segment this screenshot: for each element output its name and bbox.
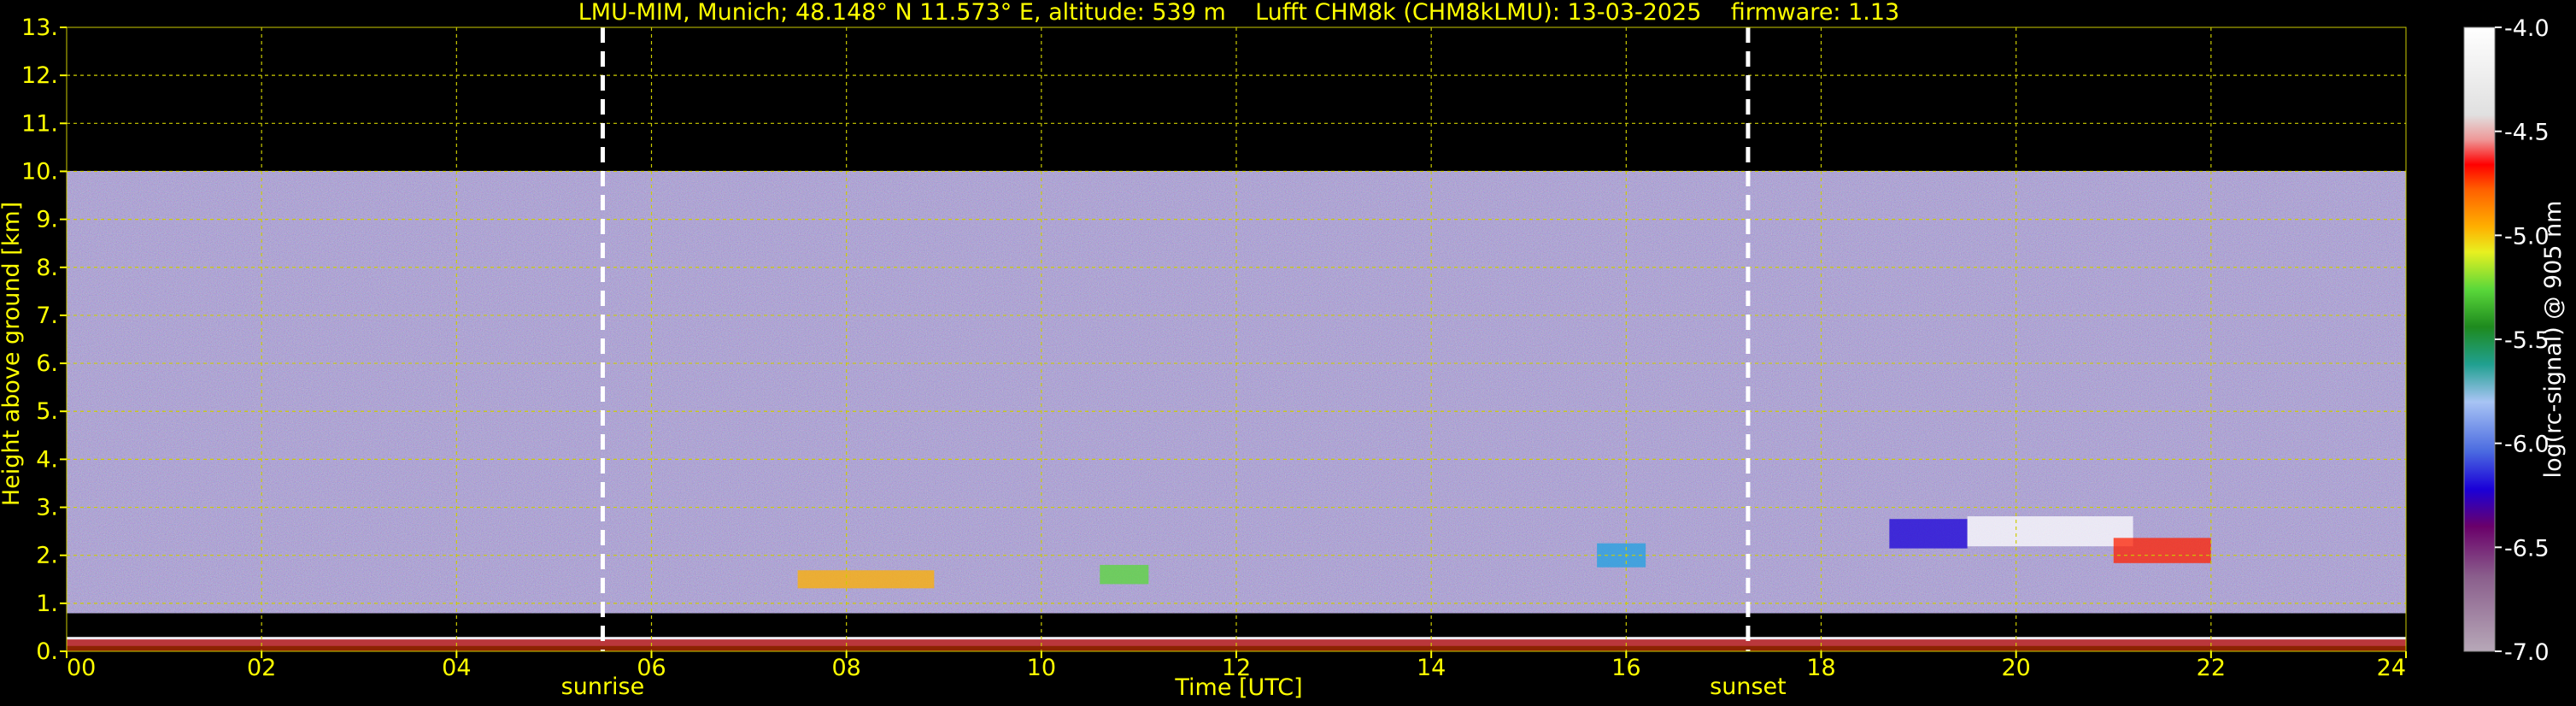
colorbar-tick-label: -7.0 (2504, 639, 2550, 666)
feature-5 (1967, 516, 2133, 547)
y-tick-label: 1. (36, 591, 58, 617)
y-tick-label: 7. (36, 303, 58, 329)
x-tick-label: 04 (442, 655, 471, 681)
y-tick-label: 8. (36, 255, 58, 281)
feature-1 (797, 570, 935, 589)
colorbar-label: log(rc-signal) @ 905 nm (2540, 201, 2567, 479)
y-tick-label: 11. (21, 110, 58, 137)
x-tick-label: 22 (2197, 655, 2226, 681)
ceilometer-chart: LMU-MIM, Munich; 48.148° N 11.573° E, al… (0, 0, 2576, 706)
x-axis-label: Time [UTC] (1174, 674, 1302, 701)
plot-area: sunrise sunset (66, 26, 2407, 700)
x-tick-label: 00 (67, 655, 96, 681)
feature-4 (1889, 519, 1968, 549)
sunset-label: sunset (1710, 674, 1787, 700)
x-tick-label: 10 (1027, 655, 1056, 681)
colorbar-tick-label: -6.5 (2504, 535, 2550, 562)
y-tick-label: 2. (36, 543, 58, 569)
x-tick-label: 24 (2377, 655, 2406, 681)
y-tick-label: 4. (36, 446, 58, 473)
y-tick-label: 12. (21, 62, 58, 89)
y-tick-label: 3. (36, 495, 58, 521)
y-tick-label: 0. (36, 638, 58, 665)
x-tick-label: 06 (637, 655, 666, 681)
y-axis-label: Height above ground [km] (0, 202, 25, 506)
colorbar-gradient (2463, 26, 2496, 652)
x-tick-label: 20 (2001, 655, 2030, 681)
x-tick-label: 08 (831, 655, 860, 681)
y-tick-label: 9. (36, 207, 58, 233)
y-tick-label: 5. (36, 398, 58, 425)
x-tick-label: 18 (1806, 655, 1835, 681)
y-tick-label: 10. (21, 158, 58, 185)
x-tick-label: 16 (1611, 655, 1640, 681)
colorbar-tick-label: -4.5 (2504, 120, 2550, 146)
y-tick-label: 6. (36, 350, 58, 377)
colorbar-tick-label: -4.0 (2504, 15, 2550, 42)
x-tick-label: 14 (1417, 655, 1446, 681)
feature-6 (2113, 538, 2211, 563)
chart-title: LMU-MIM, Munich; 48.148° N 11.573° E, al… (578, 0, 1899, 26)
feature-2 (1100, 564, 1149, 585)
x-tick-label: 02 (247, 655, 276, 681)
sunrise-label: sunrise (561, 674, 645, 700)
y-tick-label: 13. (21, 15, 58, 41)
